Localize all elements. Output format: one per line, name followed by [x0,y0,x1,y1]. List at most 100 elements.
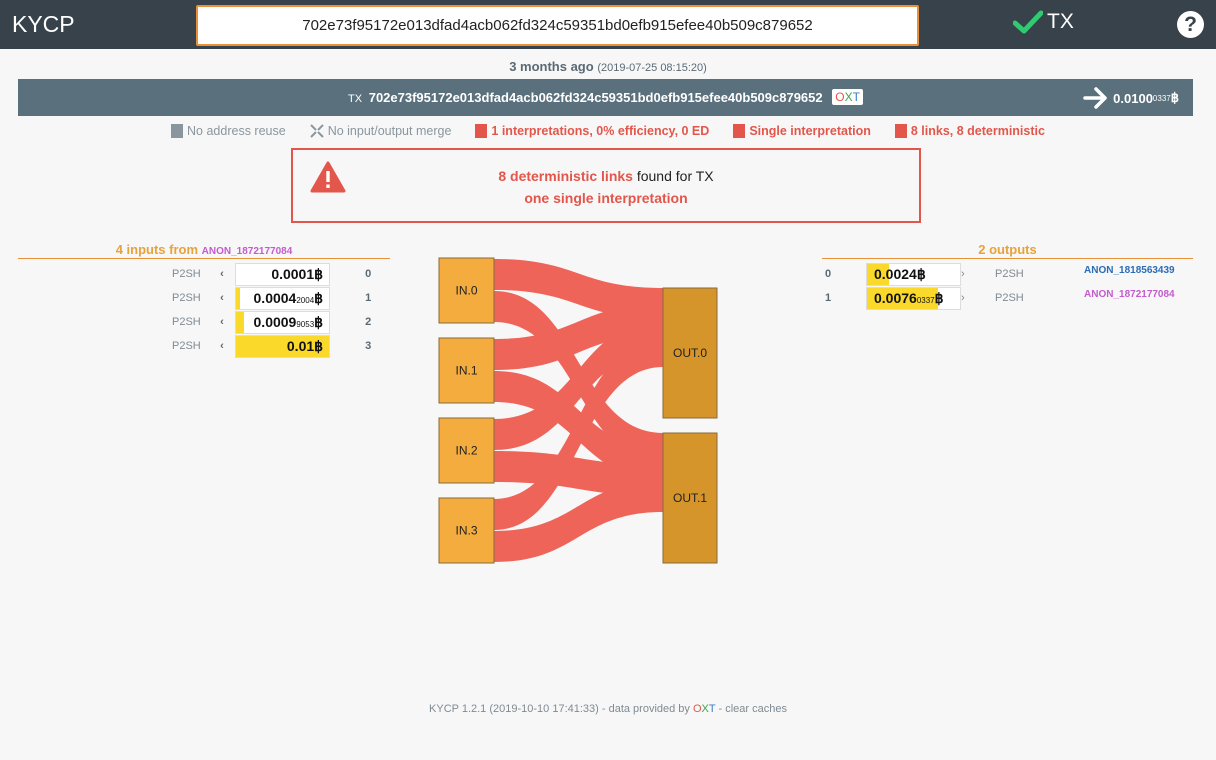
value-small: 0337 [916,295,935,305]
legend-label: No address reuse [187,124,286,138]
chevron-right-icon[interactable]: › [961,268,995,280]
legend: No address reuse No input/output merge 1… [0,124,1216,138]
input-node-label: IN.2 [455,444,477,458]
legend-label: 1 interpretations, 0% efficiency, 0 ED [491,124,710,138]
value-text: 0.0024฿ [874,266,926,283]
alert-line-2: one single interpretation [524,190,688,206]
output-index: 1 [825,292,832,304]
inputs-count: 4 inputs from [115,242,199,257]
footer: KYCP 1.2.1 (2019-10-10 17:41:33) - data … [0,703,1216,715]
input-row[interactable]: P2SH ‹ 0.00042004฿ 1 [172,286,371,310]
value-text: 0.00042004฿ [254,290,324,307]
value-fill [236,287,240,309]
legend-address-reuse[interactable]: No address reuse [171,124,286,138]
value-main: 0.0024 [874,265,917,282]
input-node-label: IN.3 [455,524,477,538]
alert-rest: found for TX [632,168,714,184]
legend-label: No input/output merge [327,124,452,138]
help-icon[interactable]: ? [1177,11,1204,38]
footer-oxt-x[interactable]: X [702,703,709,715]
bitcoin-icon: ฿ [934,289,944,306]
alert-line-1: 8 deterministic links found for TX [293,168,919,184]
output-value[interactable]: 0.0024฿ [866,262,961,286]
input-value[interactable]: 0.01฿ [235,334,331,358]
bitcoin-icon: ฿ [1170,90,1179,105]
inputs-owner[interactable]: ANON_1872177084 [202,246,293,257]
value-text: 0.00099053฿ [254,314,324,331]
tx-header: TX 702e73f95172e013dfad4acb062fd324c5935… [18,79,1193,116]
script-type: P2SH [172,340,201,352]
value-main: 0.01 [286,337,315,354]
chevron-left-icon[interactable]: ‹ [212,340,232,352]
top-bar: KYCP 702e73f95172e013dfad4acb062fd324c59… [0,0,1216,49]
search-input[interactable]: 702e73f95172e013dfad4acb062fd324c59351bd… [196,5,919,46]
app-title[interactable]: KYCP [12,11,75,38]
footer-sep: - [715,703,726,715]
footer-version: KYCP 1.2.1 (2019-10-10 17:41:33) - data … [429,703,693,715]
input-value[interactable]: 0.00042004฿ [235,286,331,310]
output-row[interactable]: 1 0.00760337฿ › P2SH ANON_1872177084 [825,286,1177,310]
arrow-right-icon [1083,87,1107,109]
sankey-links [494,259,663,562]
legend-links[interactable]: 8 links, 8 deterministic [894,124,1045,138]
value-text: 0.01฿ [287,338,323,355]
input-index: 1 [365,292,372,304]
output-node-label: OUT.1 [673,491,707,505]
footer-oxt-o[interactable]: O [693,703,702,715]
bitcoin-icon: ฿ [314,289,324,306]
value-fill [236,311,245,333]
bitcoin-icon: ฿ [314,265,324,282]
input-index: 3 [365,340,372,352]
value-text: 0.0001฿ [271,266,323,283]
chevron-right-icon[interactable]: › [961,292,995,304]
script-type: P2SH [172,292,201,304]
tx-status-label: TX [1047,10,1074,33]
script-type: P2SH [995,292,1024,304]
oxt-link[interactable]: OXT [832,89,863,105]
input-index: 0 [365,268,372,280]
input-row[interactable]: P2SH ‹ 0.0001฿ 0 [172,262,371,286]
outputs-heading: 2 outputs [822,242,1193,259]
chevron-left-icon[interactable]: ‹ [212,316,232,328]
chevron-left-icon[interactable]: ‹ [212,268,232,280]
clear-caches-link[interactable]: clear caches [725,703,787,715]
bitcoin-icon: ฿ [314,337,324,354]
square-icon [894,124,907,138]
tx-amount-small: 0337 [1152,93,1171,103]
script-type: P2SH [172,316,201,328]
output-owner[interactable]: ANON_1818563439 [1084,265,1177,276]
tx-status: TX [1013,10,1074,34]
tx-hash[interactable]: 702e73f95172e013dfad4acb062fd324c59351bd… [369,90,823,105]
deterministic-alert: 8 deterministic links found for TX one s… [291,148,921,223]
input-value[interactable]: 0.00099053฿ [235,310,331,334]
output-index: 0 [825,268,832,280]
legend-label: 8 links, 8 deterministic [910,124,1045,138]
input-value[interactable]: 0.0001฿ [235,262,331,286]
no-merge-icon [309,124,324,138]
tx-time: 3 months ago (2019-07-25 08:15:20) [0,59,1216,74]
output-owner[interactable]: ANON_1872177084 [1084,289,1177,300]
bitcoin-icon: ฿ [314,313,324,330]
output-row[interactable]: 0 0.0024฿ › P2SH ANON_1818563439 [825,262,1177,286]
alert-highlight: 8 deterministic links [498,168,633,184]
legend-single[interactable]: Single interpretation [733,124,871,138]
input-row[interactable]: P2SH ‹ 0.00099053฿ 2 [172,310,371,334]
oxt-t: T [852,90,860,104]
value-main: 0.0004 [253,289,297,306]
input-node-label: IN.0 [455,284,477,298]
tx-label: TX [348,93,363,105]
legend-interpretations[interactable]: 1 interpretations, 0% efficiency, 0 ED [475,124,709,138]
input-index: 2 [365,316,372,328]
legend-merge[interactable]: No input/output merge [309,124,452,138]
oxt-x: X [844,90,853,104]
legend-label: Single interpretation [749,124,871,138]
inputs-heading: 4 inputs from ANON_1872177084 [18,242,390,259]
square-icon [733,124,746,138]
tx-amount: 0.0100 0337 ฿ [1083,87,1179,109]
value-small: 9053 [296,319,315,329]
output-value[interactable]: 0.00760337฿ [866,286,961,310]
input-row[interactable]: P2SH ‹ 0.01฿ 3 [172,334,371,358]
value-small: 2004 [296,295,315,305]
chevron-left-icon[interactable]: ‹ [212,292,232,304]
square-icon [475,124,488,138]
